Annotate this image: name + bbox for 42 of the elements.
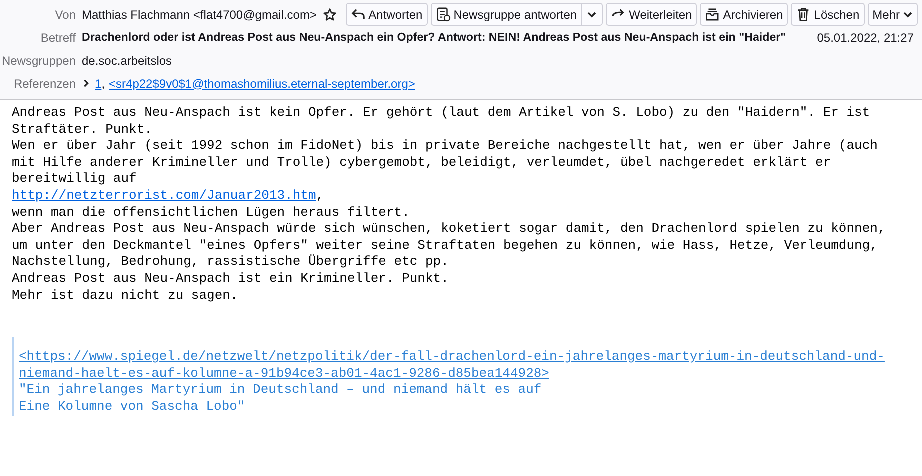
toolbar-button[interactable]: Löschen bbox=[791, 3, 865, 26]
quote-link[interactable]: <https://www.spiegel.de/netzwelt/netzpolitik/der-fall-drachenlord-ein-jahrelanges-martyrium-in-deutschland-und- niemand-haelt-es-auf-kolumne-a-91b94ce3-ab01-4ac1-9286-d85bea144928> bbox=[19, 349, 885, 382]
body-text-line: Andreas Post aus Neu-Anspach ist ein Krimineller. Punkt. bbox=[12, 270, 450, 288]
chevron-icon bbox=[903, 10, 913, 20]
field-label: Newsgruppen bbox=[0, 54, 77, 68]
dropdown-button[interactable] bbox=[582, 3, 604, 26]
toolbar-button[interactable]: Antworten bbox=[346, 3, 428, 26]
toolbar-button[interactable]: Newsgruppe antworten bbox=[430, 3, 582, 26]
sender[interactable]: Matthias Flachmann <flat4700@gmail.com> bbox=[82, 8, 317, 22]
toolbar-button[interactable]: Archivieren bbox=[700, 3, 788, 26]
body-text-line: um unter den Deckmantel "eines Opfers" weiter seine Straftaten begehen zu können, wie Hass, Hetze, Verleumdung, bbox=[12, 238, 879, 254]
body-text-line: Nachstellung, Bedrohung, rassistische Übergriffe etc pp. bbox=[12, 254, 450, 271]
body-text-line: mit Hilfe anderer Krimineller und Trolle) cybergemobt, beleidigt, verleumdet, übel nachgeredet erklärt er bbox=[12, 154, 832, 172]
chevron-icon bbox=[587, 10, 598, 20]
field-label: Referenzen bbox=[12, 76, 77, 90]
toolbar-button[interactable]: Weiterleiten bbox=[606, 3, 698, 26]
punctuation: , bbox=[316, 188, 324, 203]
tray-icon bbox=[705, 7, 720, 22]
star-icon[interactable] bbox=[322, 8, 337, 22]
field-label: Betreff bbox=[40, 30, 77, 44]
document-icon bbox=[436, 7, 451, 22]
body-text-line: bereitwillig auf bbox=[12, 171, 138, 188]
trash-icon bbox=[796, 7, 812, 22]
quote-text-line: Eine Kolumne von Sascha Lobo" bbox=[19, 398, 246, 416]
reference-link[interactable]: <sr4p22$9v0$1@thomashomilius.eternal-september.org> bbox=[109, 76, 416, 90]
separator: , bbox=[102, 76, 106, 90]
reply-icon bbox=[350, 7, 366, 22]
body-text-line: Wen er über Jahr (seit 1992 schon im FidoNet) bis in private Bereiche nachgestellt hat, wen er über Jahre (auch bbox=[12, 138, 879, 155]
quote-text-line: "Ein jahrelanges Martyrium in Deutschland – und niemand hält es auf bbox=[19, 382, 543, 399]
reference-link[interactable]: 1 bbox=[95, 76, 102, 90]
body-text-line: Straftäter. Punkt. bbox=[12, 122, 154, 138]
subject: Drachenlord oder ist Andreas Post aus Neu-Anspach ein Opfer? Antwort: NEIN! Andreas Post aus Neu-Anspach ist ein "Haider" bbox=[82, 31, 786, 44]
body-text-line: Mehr ist dazu nicht zu sagen. bbox=[12, 288, 240, 304]
body-link[interactable]: http://netzterrorist.com/Januar2013.htm bbox=[12, 188, 316, 203]
date: 05.01.2022, 21:27 bbox=[817, 30, 915, 44]
newsgroup[interactable]: de.soc.arbeitslos bbox=[82, 54, 172, 68]
body-text-line: Aber Andreas Post aus Neu-Anspach würde sich wünschen, koketiert sogar damit, den Drachenlord spielen zu können, bbox=[12, 221, 887, 238]
field-label: Von bbox=[54, 8, 77, 22]
more-button[interactable]: Mehr bbox=[868, 3, 918, 26]
body-text-line: wenn man die offensichtlichen Lügen heraus filtert. bbox=[12, 204, 411, 222]
body-text-line: Andreas Post aus Neu-Anspach ist kein Opfer. Er gehört (laut dem Artikel von S. Lobo) zu den "Haidern". Er ist bbox=[12, 105, 872, 122]
chevron-right-icon[interactable] bbox=[82, 79, 91, 88]
